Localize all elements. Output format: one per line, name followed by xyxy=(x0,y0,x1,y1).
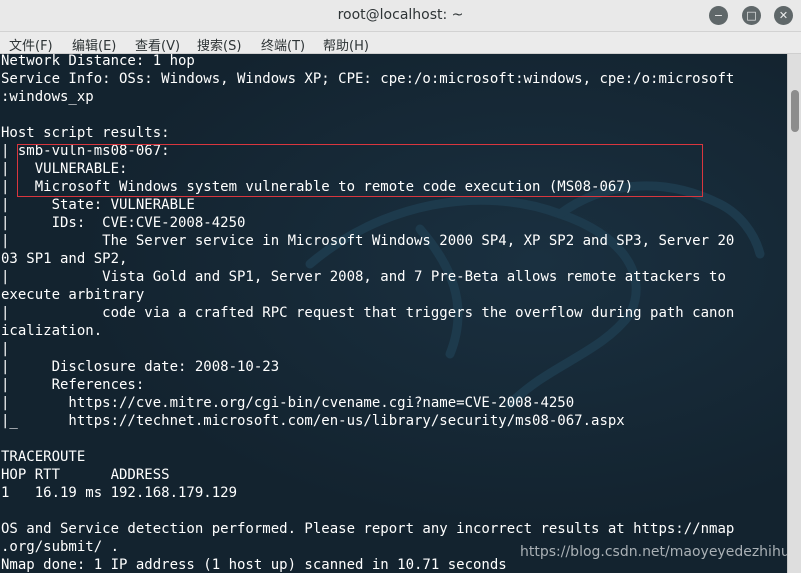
window-title: root@localhost: ~ xyxy=(337,7,464,23)
watermark-text: https://blog.csdn.net/maoyeyedezhihu xyxy=(520,544,787,560)
menu-file[interactable]: 文件(F) xyxy=(9,35,53,54)
vulnerability-highlight-box xyxy=(17,144,703,197)
terminal-line: | xyxy=(1,341,10,357)
menu-view[interactable]: 查看(V) xyxy=(135,35,180,54)
menu-terminal[interactable]: 终端(T) xyxy=(261,35,305,54)
menu-search[interactable]: 搜索(S) xyxy=(197,35,241,54)
terminal-line: | IDs: CVE:CVE-2008-4250 xyxy=(1,215,246,231)
terminal-line: TRACEROUTE xyxy=(1,449,86,465)
terminal-line: Host script results: xyxy=(1,125,170,141)
terminal-line: |_ https://technet.microsoft.com/en-us/l… xyxy=(1,413,625,429)
terminal-line: HOP RTT ADDRESS xyxy=(1,467,170,483)
terminal-scrollbar[interactable] xyxy=(787,54,801,573)
terminal-line: icalization. xyxy=(1,323,103,339)
menu-edit[interactable]: 编辑(E) xyxy=(72,35,116,54)
terminal-line: | Vista Gold and SP1, Server 2008, and 7… xyxy=(1,269,726,285)
menu-bar: 文件(F) 编辑(E) 查看(V) 搜索(S) 终端(T) 帮助(H) xyxy=(0,32,801,54)
terminal-line: :windows_xp xyxy=(1,89,94,105)
terminal-line: execute arbitrary xyxy=(1,287,145,303)
minimize-icon[interactable]: − xyxy=(709,6,728,25)
terminal-line: | State: VULNERABLE xyxy=(1,197,195,213)
terminal-line: | Disclosure date: 2008-10-23 xyxy=(1,359,280,375)
maximize-icon[interactable]: □ xyxy=(742,6,761,25)
menu-help[interactable]: 帮助(H) xyxy=(323,35,369,54)
title-bar: root@localhost: ~ − □ ✕ xyxy=(0,0,801,32)
terminal-line: | code via a crafted RPC request that tr… xyxy=(1,305,735,321)
scrollbar-thumb[interactable] xyxy=(791,90,799,132)
terminal-line: 03 SP1 and SP2, xyxy=(1,251,128,267)
terminal-line: | The Server service in Microsoft Window… xyxy=(1,233,735,249)
terminal-line: Service Info: OSs: Windows, Windows XP; … xyxy=(1,71,735,87)
terminal-line: Network Distance: 1 hop xyxy=(1,54,195,69)
terminal-line: 1 16.19 ms 192.168.179.129 xyxy=(1,485,238,501)
terminal-line: | References: xyxy=(1,377,145,393)
terminal-line: | https://cve.mitre.org/cgi-bin/cvename.… xyxy=(1,395,575,411)
terminal-line: OS and Service detection performed. Plea… xyxy=(1,521,735,537)
terminal-output[interactable]: Network Distance: 1 hop Service Info: OS… xyxy=(0,54,787,573)
close-icon[interactable]: ✕ xyxy=(774,6,793,25)
